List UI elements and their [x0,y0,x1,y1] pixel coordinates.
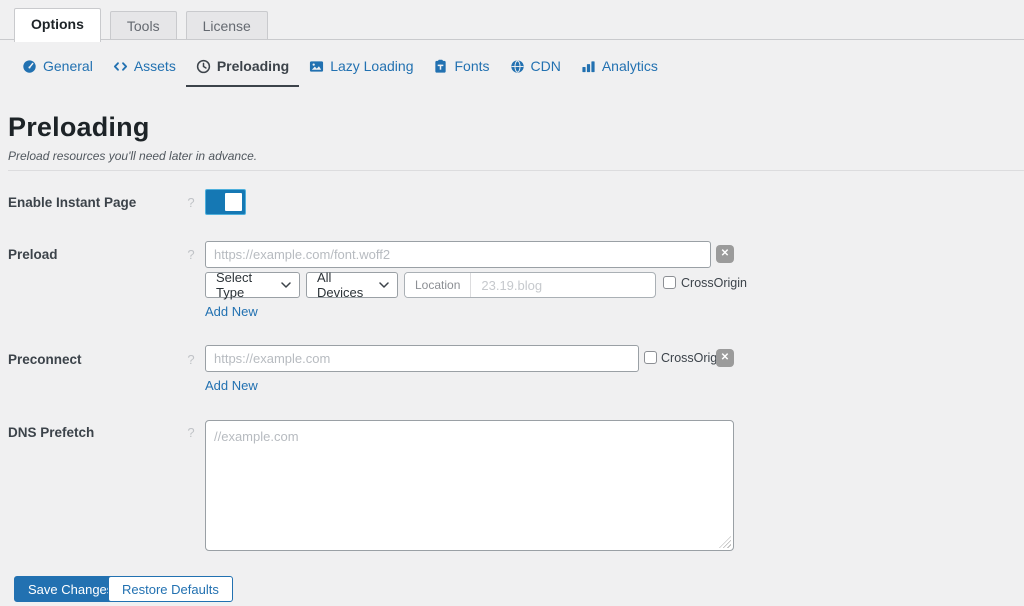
page-header: Preloading Preload resources you'll need… [8,112,257,163]
dns-prefetch-label: DNS Prefetch [8,425,94,440]
subnav-label: Analytics [602,58,658,74]
chevron-down-icon [379,282,389,288]
toggle-knob [225,193,242,211]
bar-chart-icon [581,59,596,74]
subnav-item-preloading[interactable]: Preloading [186,58,299,87]
chevron-down-icon [281,282,291,288]
dns-prefetch-textarea[interactable] [205,420,734,551]
preconnect-label: Preconnect [8,352,82,367]
subnav-label: CDN [531,58,561,74]
subnav-item-general[interactable]: General [22,58,93,85]
preconnect-crossorigin-checkbox[interactable] [644,351,657,364]
subnav-item-lazy-loading[interactable]: Lazy Loading [309,58,413,85]
preload-crossorigin-label[interactable]: CrossOrigin [681,276,747,290]
preconnect-url-input[interactable] [205,345,639,372]
preload-url-input[interactable] [205,241,711,268]
subnav-item-cdn[interactable]: CDN [510,58,561,85]
image-icon [309,59,324,74]
preload-crossorigin-checkbox[interactable] [663,276,676,289]
preload-add-new-link[interactable]: Add New [205,304,258,319]
header-divider [8,170,1024,171]
preload-type-select[interactable]: Select Type [205,272,300,298]
subnav-label: Fonts [454,58,489,74]
preconnect-remove-button[interactable]: ✕ [716,349,734,367]
subnav-label: Preloading [217,58,289,74]
preload-location-field[interactable]: Location 23.19.blog [404,272,656,298]
location-placeholder-text: 23.19.blog [471,278,542,293]
dns-prefetch-help-icon[interactable]: ? [183,425,199,440]
tab-tools[interactable]: Tools [110,11,177,39]
instant-page-toggle[interactable] [205,189,246,215]
subnav-item-analytics[interactable]: Analytics [581,58,658,85]
clipboard-icon [433,59,448,74]
subnav-item-assets[interactable]: Assets [113,58,176,85]
preload-remove-button[interactable]: ✕ [716,245,734,263]
restore-defaults-button[interactable]: Restore Defaults [108,576,233,602]
preconnect-help-icon[interactable]: ? [183,352,199,367]
preload-type-select-value: Select Type [216,270,273,300]
preload-label: Preload [8,247,58,262]
tab-options[interactable]: Options [14,8,101,42]
subnav-label: Lazy Loading [330,58,413,74]
settings-page: Options Tools License General Assets Pre… [0,0,1024,606]
preconnect-add-new-link[interactable]: Add New [205,378,258,393]
top-tab-bar: Options Tools License [0,0,1024,40]
page-subtitle: Preload resources you'll need later in a… [8,149,257,163]
location-prefix-label: Location [405,273,471,297]
subnav-label: Assets [134,58,176,74]
clock-icon [196,59,211,74]
preload-help-icon[interactable]: ? [183,247,199,262]
globe-icon [510,59,525,74]
subnav-label: General [43,58,93,74]
options-subnav: General Assets Preloading Lazy Loading F… [22,58,658,87]
subnav-item-fonts[interactable]: Fonts [433,58,489,85]
preload-device-select[interactable]: All Devices [306,272,398,298]
instant-page-help-icon[interactable]: ? [183,195,199,210]
instant-page-label: Enable Instant Page [8,195,136,210]
code-icon [113,59,128,74]
page-title: Preloading [8,112,257,143]
preload-device-select-value: All Devices [317,270,371,300]
tab-license[interactable]: License [186,11,268,39]
gauge-icon [22,59,37,74]
